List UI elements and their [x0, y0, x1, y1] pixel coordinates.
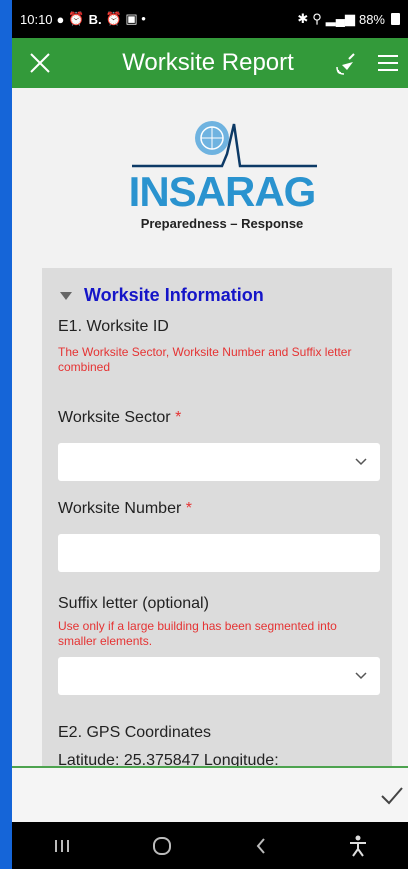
system-nav-bar [12, 822, 408, 869]
chevron-down-icon [355, 458, 367, 466]
bluetooth-icon: ✱ [297, 11, 309, 26]
close-icon [30, 53, 50, 73]
battery-percent: 88% [358, 11, 385, 27]
menu-button[interactable] [368, 38, 408, 88]
close-button[interactable] [12, 38, 68, 88]
submit-button[interactable] [380, 786, 404, 811]
required-mark: * [185, 500, 192, 517]
worksite-sector-label-text: Worksite Sector [58, 409, 171, 426]
worksite-information-card: Worksite Information E1. Worksite ID The… [42, 268, 392, 766]
gps-coordinates-value: Latitude: 25.375847 Longitude: [58, 752, 279, 766]
logo-tagline: Preparedness – Response [140, 216, 304, 231]
required-mark: * [175, 409, 182, 426]
worksite-sector-label: Worksite Sector * [58, 409, 181, 427]
suffix-letter-label: Suffix letter (optional) [58, 595, 209, 612]
un-emblem-icon [132, 121, 317, 168]
footer-bar [12, 768, 408, 822]
location-icon: ⚲ [312, 11, 322, 26]
satellite-icon [336, 53, 355, 75]
notification-icons: ⏰ ▣ • [105, 11, 146, 26]
chat-icon: ● [56, 11, 65, 27]
phone-screen: 10:10 ● ⏰ B. ⏰ ▣ • ✱ ⚲ ▂▄▆ 88% Worksite … [12, 0, 408, 869]
app-bar: Worksite Report [12, 38, 408, 88]
gps-button[interactable] [328, 38, 368, 88]
worksite-number-input[interactable] [58, 534, 380, 572]
worksite-sector-select[interactable] [58, 443, 380, 481]
page-title: Worksite Report [122, 49, 294, 76]
recent-apps-button[interactable] [52, 837, 72, 855]
suffix-letter-select[interactable] [58, 657, 380, 695]
e1-label: E1. Worksite ID [58, 318, 169, 335]
signal-icon: ▂▄▆ [325, 11, 355, 26]
insarag-logo: INSARAG Preparedness – Response [122, 116, 322, 236]
worksite-number-label: Worksite Number * [58, 500, 192, 518]
e1-hint: The Worksite Sector, Worksite Number and… [58, 345, 352, 374]
suffix-letter-hint: Use only if a large building has been se… [58, 619, 337, 648]
notification-b: B. [88, 11, 102, 27]
home-button[interactable] [151, 835, 173, 857]
clock: 10:10 [20, 11, 53, 27]
accessibility-icon[interactable] [348, 835, 368, 857]
chevron-down-icon [355, 672, 367, 680]
section-title: Worksite Information [84, 285, 264, 305]
hamburger-icon [378, 55, 398, 71]
checkmark-icon [381, 787, 403, 805]
worksite-number-label-text: Worksite Number [58, 500, 182, 517]
alarm-icon: ⏰ [68, 11, 85, 26]
battery-icon [391, 13, 400, 25]
logo-wordmark: INSARAG [128, 168, 317, 215]
section-header[interactable]: Worksite Information [60, 285, 264, 306]
form-content[interactable]: INSARAG Preparedness – Response Worksite… [12, 88, 408, 766]
status-bar: 10:10 ● ⏰ B. ⏰ ▣ • ✱ ⚲ ▂▄▆ 88% [12, 0, 408, 38]
back-button[interactable] [253, 836, 269, 856]
e2-label: E2. GPS Coordinates [58, 724, 211, 741]
collapse-triangle-icon [60, 291, 72, 300]
